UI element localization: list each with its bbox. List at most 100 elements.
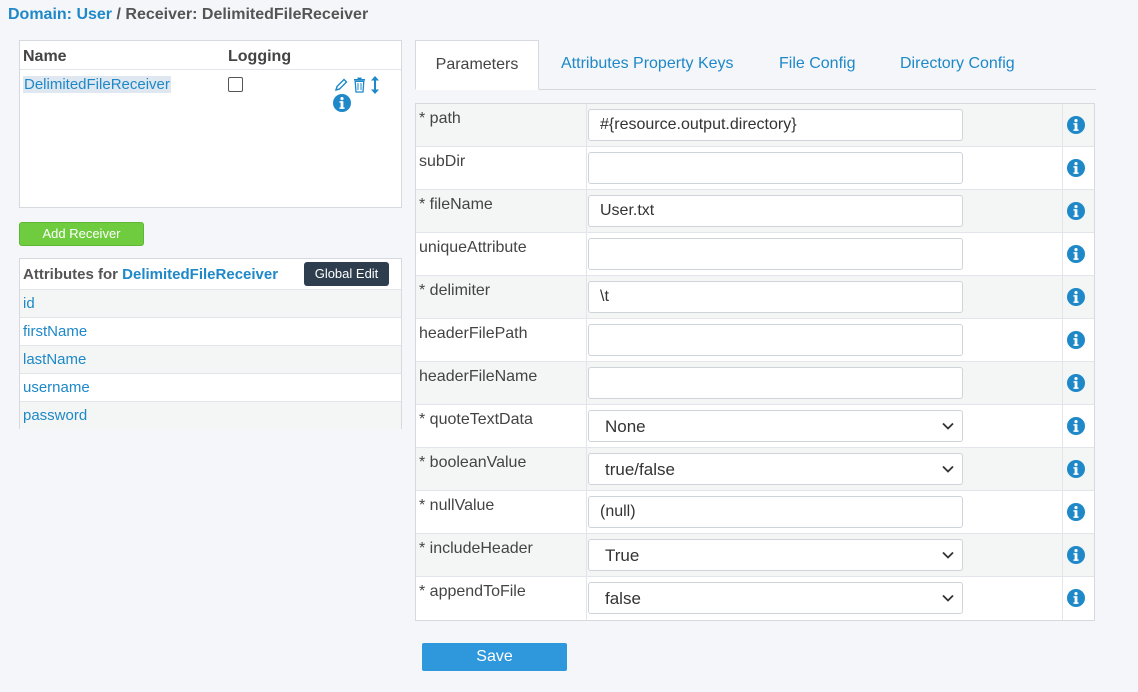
tab-attributes-property-keys[interactable]: Attributes Property Keys [561, 40, 734, 90]
attribute-item[interactable]: username [20, 373, 401, 401]
info-icon[interactable] [1067, 589, 1085, 607]
column-divider [586, 104, 587, 146]
receivers-panel: Name Logging DelimitedFileReceiver [19, 40, 402, 208]
append-to-file-select[interactable]: false [588, 582, 963, 614]
global-edit-button[interactable]: Global Edit [304, 262, 389, 286]
column-divider [586, 405, 587, 447]
attribute-item[interactable]: lastName [20, 345, 401, 373]
param-row-append-to-file: * appendToFile false [416, 577, 1094, 620]
attributes-title-receiver: DelimitedFileReceiver [122, 266, 279, 283]
column-divider [1062, 104, 1063, 146]
column-divider [586, 577, 587, 620]
breadcrumb: Domain: User / Receiver: DelimitedFileRe… [8, 6, 368, 24]
null-value-input[interactable] [588, 496, 963, 528]
info-icon[interactable] [1067, 245, 1085, 263]
quote-text-data-select[interactable]: None [588, 410, 963, 442]
param-label: headerFilePath [419, 325, 528, 342]
add-receiver-button[interactable]: Add Receiver [19, 222, 144, 246]
attributes-list: id firstName lastName username password [20, 289, 401, 429]
info-icon[interactable] [1067, 374, 1085, 392]
select-value: True [605, 546, 640, 565]
column-divider [1062, 190, 1063, 232]
header-file-name-input[interactable] [588, 367, 963, 399]
header-file-path-input[interactable] [588, 324, 963, 356]
include-header-select[interactable]: True [588, 539, 963, 571]
sort-icon[interactable] [370, 76, 379, 94]
chevron-down-icon [942, 551, 954, 559]
param-label: * nullValue [419, 497, 495, 514]
file-name-input[interactable] [588, 195, 963, 227]
info-icon[interactable] [1067, 417, 1085, 435]
info-icon[interactable] [1067, 331, 1085, 349]
param-row-include-header: * includeHeader True [416, 534, 1094, 577]
param-label: * appendToFile [419, 583, 526, 600]
param-row-delimiter: * delimiter [416, 276, 1094, 319]
receiver-name-link[interactable]: DelimitedFileReceiver [23, 76, 171, 93]
save-button[interactable]: Save [422, 643, 567, 671]
logging-checkbox[interactable] [228, 77, 243, 92]
attributes-panel: Attributes for DelimitedFileReceiver Glo… [19, 258, 402, 429]
unique-attribute-input[interactable] [588, 238, 963, 270]
receivers-header: Name Logging [20, 45, 401, 69]
tab-directory-config[interactable]: Directory Config [900, 40, 1015, 90]
param-label: * fileName [419, 196, 493, 213]
info-icon[interactable] [1067, 546, 1085, 564]
column-divider [1062, 147, 1063, 189]
sub-dir-input[interactable] [588, 152, 963, 184]
tab-bar: Parameters Attributes Property Keys File… [415, 40, 1096, 90]
param-row-quote-text-data: * quoteTextData None [416, 405, 1094, 448]
param-label: * delimiter [419, 282, 491, 299]
column-header-name: Name [23, 48, 67, 65]
info-icon[interactable] [1067, 116, 1085, 134]
column-divider [586, 147, 587, 189]
select-value: None [605, 417, 646, 436]
receiver-row-actions [333, 76, 401, 113]
select-value: false [605, 589, 641, 608]
attribute-item[interactable]: password [20, 401, 401, 429]
path-input[interactable] [588, 109, 963, 141]
info-icon[interactable] [1067, 159, 1085, 177]
column-divider [586, 448, 587, 490]
param-row-boolean-value: * booleanValue true/false [416, 448, 1094, 491]
column-divider [1062, 319, 1063, 361]
delimiter-input[interactable] [588, 281, 963, 313]
attribute-item[interactable]: id [20, 289, 401, 317]
info-icon[interactable] [333, 94, 351, 113]
info-icon[interactable] [1067, 503, 1085, 521]
column-divider [586, 233, 587, 275]
param-label: * booleanValue [419, 454, 527, 471]
chevron-down-icon [942, 594, 954, 602]
chevron-down-icon [942, 422, 954, 430]
receiver-row[interactable]: DelimitedFileReceiver [20, 69, 401, 113]
param-label: * quoteTextData [419, 411, 533, 428]
tab-parameters[interactable]: Parameters [415, 40, 539, 90]
edit-icon[interactable] [333, 77, 349, 93]
param-row-file-name: * fileName [416, 190, 1094, 233]
param-row-null-value: * nullValue [416, 491, 1094, 534]
attributes-title-prefix: Attributes for [23, 266, 118, 283]
info-icon[interactable] [1067, 202, 1085, 220]
trash-icon[interactable] [353, 77, 366, 93]
breadcrumb-receiver: Receiver: DelimitedFileReceiver [125, 6, 369, 23]
info-icon[interactable] [1067, 460, 1085, 478]
breadcrumb-domain-link[interactable]: User [76, 6, 112, 23]
param-row-sub-dir: subDir [416, 147, 1094, 190]
tab-file-config[interactable]: File Config [779, 40, 855, 90]
breadcrumb-domain-label: Domain: [8, 6, 72, 23]
param-label: subDir [419, 153, 466, 170]
parameters-grid: * path subDir * fileName uniqueAttribute * d… [415, 103, 1095, 621]
column-divider [586, 534, 587, 576]
select-value: true/false [605, 460, 675, 479]
boolean-value-select[interactable]: true/false [588, 453, 963, 485]
param-row-header-file-name: headerFileName [416, 362, 1094, 405]
column-header-logging: Logging [228, 48, 292, 65]
breadcrumb-separator: / [116, 6, 121, 23]
param-label: headerFileName [419, 368, 538, 385]
info-icon[interactable] [1067, 288, 1085, 306]
column-divider [586, 319, 587, 361]
param-label: uniqueAttribute [419, 239, 527, 256]
column-divider [586, 190, 587, 232]
param-row-header-file-path: headerFilePath [416, 319, 1094, 362]
attribute-item[interactable]: firstName [20, 317, 401, 345]
param-label: * includeHeader [419, 540, 533, 557]
